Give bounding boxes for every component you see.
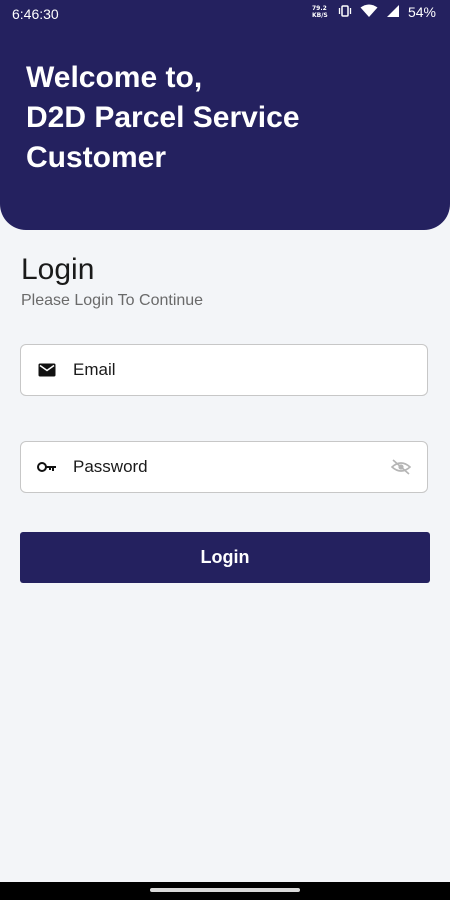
network-speed-icon: 79.2 KB/S: [312, 4, 330, 20]
password-input[interactable]: [73, 442, 375, 492]
welcome-line-2: D2D Parcel Service: [26, 101, 300, 134]
status-icons: 79.2 KB/S 54%: [312, 4, 436, 20]
login-button[interactable]: Login: [20, 532, 430, 583]
svg-text:79.2: 79.2: [312, 5, 327, 12]
welcome-heading: Welcome to, D2D Parcel Service Customer: [26, 58, 426, 178]
home-indicator[interactable]: [150, 888, 300, 892]
mail-icon: [21, 344, 73, 396]
status-time: 6:46:30: [12, 6, 59, 22]
eye-off-icon[interactable]: [375, 441, 427, 493]
status-bar: 6:46:30 79.2 KB/S 54%: [0, 0, 450, 28]
battery-percentage: 54%: [407, 4, 436, 20]
navigation-bar: [0, 882, 450, 900]
signal-icon: [386, 4, 400, 20]
key-icon: [21, 441, 73, 493]
login-title: Login: [21, 253, 95, 286]
welcome-line-3: Customer: [26, 141, 167, 174]
email-input[interactable]: [73, 345, 427, 395]
header-banner: 6:46:30 79.2 KB/S 54% Welcome to, D2D Pa…: [0, 0, 450, 230]
email-field-container[interactable]: [20, 344, 428, 396]
wifi-icon: [360, 4, 378, 20]
vibrate-icon: [338, 4, 352, 20]
password-field-container[interactable]: [20, 441, 428, 493]
welcome-line-1: Welcome to,: [26, 61, 203, 94]
svg-text:KB/S: KB/S: [312, 12, 328, 18]
login-subtitle: Please Login To Continue: [21, 292, 204, 309]
